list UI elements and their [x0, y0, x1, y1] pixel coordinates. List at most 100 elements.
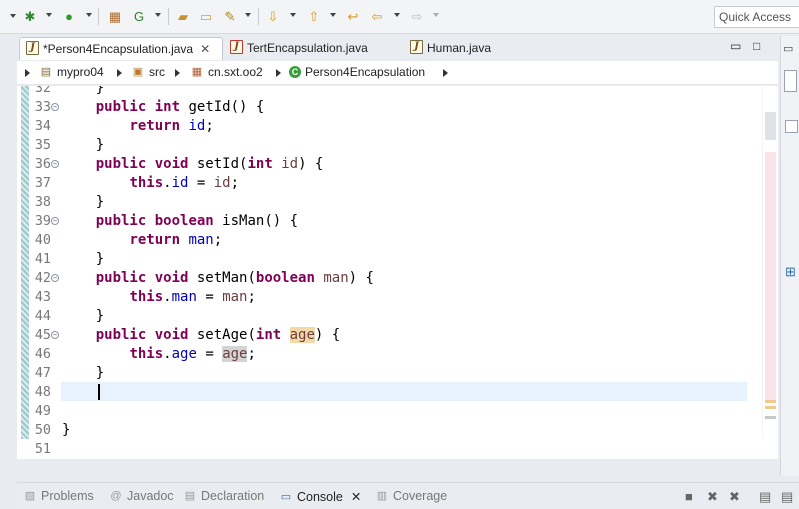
code-line[interactable]: 39− public boolean isMan() {	[17, 212, 757, 231]
quick-access-field[interactable]: Quick Access	[714, 6, 799, 28]
scroll-lock-icon[interactable]: ▤	[781, 489, 793, 505]
new-class-icon[interactable]: G	[130, 7, 148, 25]
forward-icon[interactable]: ⇨	[408, 7, 426, 25]
breadcrumb-arrow-icon[interactable]	[276, 69, 281, 77]
breadcrumb-arrow-icon[interactable]	[117, 69, 122, 77]
breadcrumb-item-package[interactable]: ▦ cn.sxt.oo2	[190, 65, 263, 79]
code-line[interactable]: 48	[17, 383, 757, 402]
back-icon[interactable]: ⇦	[368, 7, 386, 25]
breadcrumb-arrow-icon[interactable]	[175, 69, 180, 77]
code-line[interactable]: 35 }	[17, 136, 757, 155]
code-line[interactable]: 33− public int getId() {	[17, 98, 757, 117]
previous-annotation-icon[interactable]: ⇧	[305, 7, 323, 25]
dropdown-arrow-icon[interactable]	[4, 7, 22, 25]
breadcrumb-item-src[interactable]: ▣ src	[131, 65, 165, 79]
next-annotation-icon[interactable]: ⇩	[264, 7, 282, 25]
line-number: 37	[34, 176, 51, 191]
tab-problems[interactable]: ▧ Problems	[23, 489, 94, 503]
tab-coverage[interactable]: ▥ Coverage	[375, 489, 447, 503]
search-icon[interactable]: ✎	[221, 7, 239, 25]
occurrence-marker[interactable]	[765, 400, 776, 403]
code-line[interactable]: 42− public void setMan(boolean man) {	[17, 269, 757, 288]
fold-toggle-icon[interactable]: −	[51, 103, 59, 111]
problems-icon: ▧	[24, 490, 36, 502]
code-text: }	[62, 194, 105, 210]
right-trim-strip: ▭ ⊞	[780, 36, 799, 476]
fold-toggle-icon[interactable]: −	[51, 160, 59, 168]
debug-icon[interactable]: ✱	[21, 7, 39, 25]
line-number: 38	[34, 195, 51, 210]
tab-javadoc[interactable]: @ Javadoc	[109, 489, 174, 503]
outline-icon[interactable]: ⊞	[785, 264, 796, 280]
open-type-icon[interactable]: ▰	[174, 7, 192, 25]
overview-ruler[interactable]	[763, 86, 778, 459]
task-list-icon[interactable]	[785, 120, 798, 133]
code-text: }	[62, 308, 105, 324]
code-text: public void setAge(int age) {	[95, 327, 341, 343]
code-line[interactable]: 44 }	[17, 307, 757, 326]
breadcrumb-item-project[interactable]: ▤ mypro04	[39, 65, 104, 79]
code-line[interactable]: 49	[17, 402, 757, 421]
fold-toggle-icon[interactable]: −	[51, 217, 59, 225]
tab-human[interactable]: J Human.java	[404, 37, 514, 60]
code-text: public int getId() {	[95, 99, 265, 115]
remove-all-terminated-icon[interactable]: ✖	[729, 489, 740, 505]
remove-launch-icon[interactable]: ✖	[707, 489, 718, 505]
new-java-project-icon[interactable]: ▦	[106, 7, 124, 25]
outline-view-icon[interactable]	[784, 70, 797, 92]
code-editor[interactable]: 32 } 33− public int getId() {34 return id…	[17, 86, 778, 459]
clear-console-icon[interactable]: ▤	[759, 489, 771, 505]
class-icon: C	[289, 66, 301, 78]
code-line[interactable]: 37 this.id = id;	[17, 174, 757, 193]
tab-console[interactable]: ▭ Console ✕	[279, 489, 362, 505]
new-class-dropdown-icon[interactable]	[155, 13, 161, 17]
code-line[interactable]: 41 }	[17, 250, 757, 269]
breadcrumb: ▤ mypro04 ▣ src ▦ cn.sxt.oo2 C Person4En…	[17, 61, 778, 85]
occurrence-marker[interactable]	[765, 406, 776, 409]
breadcrumb-item-class[interactable]: C Person4Encapsulation	[289, 65, 425, 79]
forward-dropdown-icon[interactable]	[433, 13, 439, 17]
code-line[interactable]: 36− public void setId(int id) {	[17, 155, 757, 174]
java-file-icon: J	[26, 41, 39, 55]
breadcrumb-arrow-icon[interactable]	[25, 69, 30, 77]
main-toolbar: ✱ ● ▦ G ▰ ▭ ✎ ⇩ ⇧ ↩ ⇦ ⇨ Quick Access	[0, 0, 799, 34]
fold-toggle-icon[interactable]: −	[51, 274, 59, 282]
code-line[interactable]: 38 }	[17, 193, 757, 212]
breadcrumb-label: mypro04	[57, 65, 104, 79]
code-line[interactable]: 47 }	[17, 364, 757, 383]
run-dropdown-icon[interactable]	[86, 13, 92, 17]
terminate-icon[interactable]: ■	[685, 489, 693, 504]
code-line[interactable]: 46 this.age = age;	[17, 345, 757, 364]
code-line[interactable]: 32 }	[17, 86, 757, 98]
breadcrumb-arrow-icon[interactable]	[443, 69, 448, 77]
close-icon[interactable]: ✕	[200, 42, 210, 60]
run-icon[interactable]: ●	[60, 7, 78, 25]
tab-person4encapsulation[interactable]: J *Person4Encapsulation.java ✕	[19, 37, 223, 60]
fold-toggle-icon[interactable]: −	[51, 331, 59, 339]
close-icon[interactable]: ✕	[351, 489, 361, 504]
open-folder-icon[interactable]: ▭	[197, 7, 215, 25]
tab-declaration[interactable]: ▤ Declaration	[183, 489, 264, 503]
next-annotation-dropdown-icon[interactable]	[290, 13, 296, 17]
at-icon: @	[110, 490, 122, 502]
debug-dropdown-icon[interactable]	[46, 13, 52, 17]
back-dropdown-icon[interactable]	[394, 13, 400, 17]
search-dropdown-icon[interactable]	[245, 13, 251, 17]
tab-label: Javadoc	[127, 489, 174, 503]
code-line[interactable]: 34 return id;	[17, 117, 757, 136]
minimize-icon[interactable]: ▭	[783, 42, 793, 55]
tab-tertencapsulation[interactable]: J TertEncapsulation.java	[224, 37, 394, 60]
code-line[interactable]: 40 return man;	[17, 231, 757, 250]
line-number: 40	[34, 233, 51, 248]
toolbar-separator	[168, 8, 169, 25]
last-edit-location-icon[interactable]: ↩	[344, 7, 362, 25]
code-line[interactable]: 43 this.man = man;	[17, 288, 757, 307]
code-line[interactable]: 50}	[17, 421, 757, 440]
overview-marker[interactable]	[765, 416, 776, 419]
minimize-icon[interactable]: ▭	[730, 39, 741, 53]
previous-annotation-dropdown-icon[interactable]	[330, 13, 336, 17]
overview-range-marker	[765, 152, 776, 400]
maximize-icon[interactable]: □	[753, 39, 760, 53]
code-line[interactable]: 51	[17, 440, 757, 459]
code-line[interactable]: 45− public void setAge(int age) {	[17, 326, 757, 345]
